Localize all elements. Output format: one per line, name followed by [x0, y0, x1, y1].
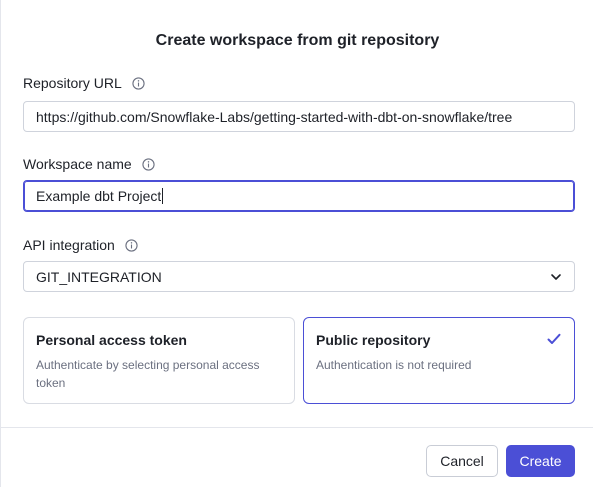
api-integration-label-row: API integration — [23, 237, 138, 253]
cancel-button[interactable]: Cancel — [426, 445, 498, 477]
auth-option-title: Public repository — [316, 332, 431, 348]
workspace-name-value: Example dbt Project — [36, 188, 161, 204]
workspace-name-label: Workspace name — [23, 156, 132, 172]
repository-url-label-row: Repository URL — [23, 75, 145, 91]
workspace-name-input[interactable]: Example dbt Project — [23, 180, 575, 212]
checkmark-icon — [547, 332, 561, 344]
repository-url-value: https://github.com/Snowflake-Labs/gettin… — [36, 108, 513, 125]
auth-option-description: Authenticate by selecting personal acces… — [36, 358, 260, 390]
chevron-down-icon — [550, 271, 562, 283]
api-integration-select[interactable]: GIT_INTEGRATION — [23, 261, 575, 292]
repository-url-label: Repository URL — [23, 75, 122, 91]
spellcheck-flagged-word: dbt — [94, 188, 114, 204]
create-workspace-dialog: Create workspace from git repository Rep… — [0, 0, 593, 487]
auth-option-title: Personal access token — [36, 332, 187, 348]
repository-url-input[interactable]: https://github.com/Snowflake-Labs/gettin… — [23, 101, 575, 132]
footer-divider — [1, 427, 593, 428]
auth-option-personal-access-token[interactable]: Personal access token Authenticate by se… — [23, 317, 295, 404]
api-integration-selected-value: GIT_INTEGRATION — [36, 268, 162, 285]
info-icon[interactable] — [125, 238, 138, 252]
workspace-name-text-part: Project — [113, 188, 162, 204]
dialog-title: Create workspace from git repository — [155, 32, 440, 49]
info-icon[interactable] — [132, 76, 145, 90]
auth-option-public-repository[interactable]: Public repository Authentication is not … — [303, 317, 575, 404]
api-integration-label: API integration — [23, 237, 115, 253]
auth-option-description: Authentication is not required — [316, 358, 472, 372]
workspace-name-text-part: Example — [36, 188, 95, 204]
workspace-name-label-row: Workspace name — [23, 156, 155, 172]
create-button[interactable]: Create — [506, 445, 575, 477]
text-cursor — [162, 188, 164, 204]
info-icon[interactable] — [142, 157, 155, 171]
